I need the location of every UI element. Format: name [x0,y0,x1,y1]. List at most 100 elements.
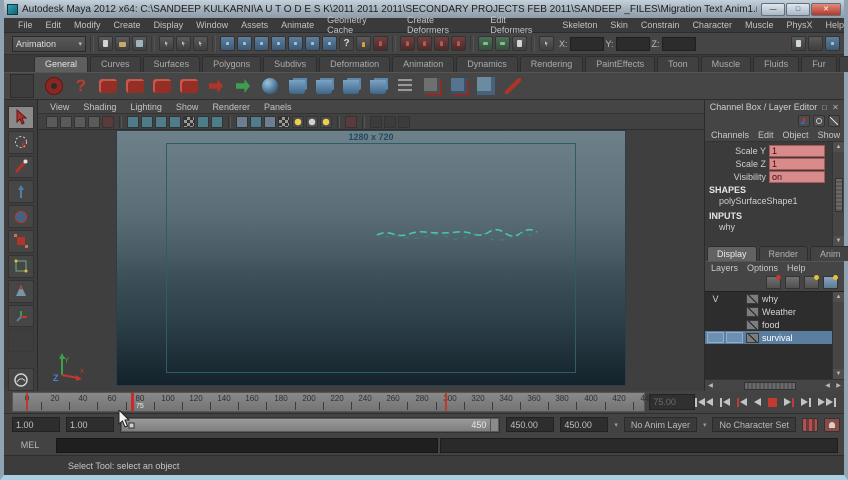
shelf-tab-fluids[interactable]: Fluids [753,56,800,72]
playback-start-field[interactable]: 1.00 [66,417,114,432]
coord-y-input[interactable] [615,36,650,51]
resolution-gate-icon[interactable] [345,115,357,128]
layer-color-swatch[interactable] [746,306,759,317]
view-transform-icon[interactable] [320,115,332,128]
channel-row[interactable]: Visibility on [705,170,831,183]
layer-list-hscrollbar[interactable]: ◀ ◀ ▶ [705,379,844,391]
select-hierarchy-icon[interactable] [159,36,174,51]
menu-edit[interactable]: Edit [46,20,62,30]
camera-dolly-icon[interactable] [151,75,173,97]
object-menu[interactable]: Object [783,130,809,140]
step-forward-frame-button[interactable] [801,396,811,408]
channel-list-scrollbar[interactable]: ▲ ▼ [832,142,844,246]
layer-name[interactable]: Weather [762,307,796,317]
safe-action-icon[interactable] [398,115,410,128]
input-node-item[interactable]: why [705,222,831,235]
layer-color-swatch[interactable] [746,319,759,330]
snap-magnet-point-icon[interactable] [434,36,449,51]
menu-assets[interactable]: Assets [241,20,268,30]
maximize-button[interactable]: □ [786,2,810,16]
render-current-frame-icon[interactable] [478,36,493,51]
create-empty-layer-icon[interactable] [804,275,819,289]
duplicate-cubes-icon[interactable] [475,75,497,97]
menu-display[interactable]: Display [154,20,184,30]
time-slider[interactable]: 0 20 40 60 80 100 120 140 160 180 200 22… [12,392,654,412]
film-gate-icon[interactable] [370,115,382,128]
anim-layer-weight-icon[interactable] [802,417,818,432]
field-chart-icon[interactable] [384,115,396,128]
snap-magnet-curve-icon[interactable] [417,36,432,51]
poly-cube-icon[interactable] [421,75,443,97]
paint-bucket-4-icon[interactable] [367,75,389,97]
layer-color-swatch[interactable] [746,332,759,343]
isolate-select-icon[interactable] [236,115,248,128]
scroll-up-icon[interactable]: ▲ [833,142,844,152]
exposure-icon[interactable] [278,115,290,128]
shelf-tab-surfaces[interactable]: Surfaces [142,56,201,72]
minimize-button[interactable]: — [761,2,785,16]
lasso-tool[interactable] [7,130,34,154]
menu-window[interactable]: Window [196,20,228,30]
paint-brush-icon[interactable] [502,75,524,97]
quick-selection-icon[interactable] [539,36,554,51]
step-back-frame-button[interactable] [720,396,730,408]
layer-name[interactable]: survival [762,333,793,343]
migration-text-geometry[interactable] [375,227,567,241]
step-back-key-button[interactable] [737,396,747,408]
snap-surface-icon[interactable] [288,36,303,51]
make-live-icon[interactable] [305,36,320,51]
menu-skeleton[interactable]: Skeleton [562,20,597,30]
tab-display[interactable]: Display [707,246,757,261]
snap-magnet-icon[interactable] [400,36,415,51]
panel-menu-shading[interactable]: Shading [83,102,116,112]
animation-start-field[interactable]: 1.00 [12,417,60,432]
panel-menu-panels[interactable]: Panels [264,102,292,112]
edit-menu[interactable]: Edit [758,130,774,140]
menu-create[interactable]: Create [114,20,141,30]
scroll-down-icon[interactable]: ▼ [833,369,844,379]
range-slider[interactable]: 450 [120,416,501,433]
select-camera-icon[interactable] [46,115,58,128]
menu-modify[interactable]: Modify [74,20,101,30]
channel-row[interactable]: Scale Y 1 [705,144,831,157]
save-scene-icon[interactable] [132,36,147,51]
shelf-tab-subdivs[interactable]: Subdivs [263,56,318,72]
snap-point-icon[interactable] [254,36,269,51]
menu-physx[interactable]: PhysX [786,20,812,30]
command-line-mode-label[interactable]: MEL [4,440,56,450]
layer-row-why[interactable]: V why [705,292,832,305]
select-tool[interactable] [7,106,34,129]
auto-keyframe-toggle-icon[interactable] [824,417,840,432]
tab-render[interactable]: Render [758,246,809,261]
menu-file[interactable]: File [18,20,33,30]
create-layer-from-selected-icon[interactable] [823,275,838,289]
animation-end-field[interactable]: 450.00 [560,417,609,432]
paint-bucket-icon[interactable] [286,75,308,97]
panel-menu-lighting[interactable]: Lighting [130,102,162,112]
universal-manipulator-tool[interactable] [7,254,34,278]
scrollbar-thumb[interactable] [744,381,796,390]
dock-panel-icon[interactable]: □ [819,103,830,112]
nurbs-sphere-icon[interactable] [259,75,281,97]
go-to-end-button[interactable] [818,396,836,408]
motion-blur-icon[interactable] [211,115,223,128]
camera-view[interactable]: 1280 x 720 [116,130,626,386]
layer-visibility-toggle[interactable] [707,332,724,343]
scroll-left-icon[interactable]: ◀ [705,382,716,389]
select-object-icon[interactable] [176,36,191,51]
wireframe-icon[interactable] [127,115,139,128]
channel-value-input[interactable]: 1 [769,157,825,170]
redo-arrow-icon[interactable] [205,75,227,97]
go-to-start-button[interactable] [695,396,713,408]
panel-menu-renderer[interactable]: Renderer [212,102,250,112]
help-line-icon[interactable] [70,75,92,97]
menu-constrain[interactable]: Constrain [641,20,680,30]
shelf-tab-hair[interactable]: Hair [838,56,848,72]
scale-tool[interactable] [7,230,34,253]
snap-grid-icon[interactable] [220,36,235,51]
shelf-tab-fur[interactable]: Fur [801,56,837,72]
undo-arrow-icon[interactable] [232,75,254,97]
xray-joints-icon[interactable] [264,115,276,128]
layer-row-weather[interactable]: Weather [705,305,832,318]
coord-x-input[interactable] [569,36,604,51]
